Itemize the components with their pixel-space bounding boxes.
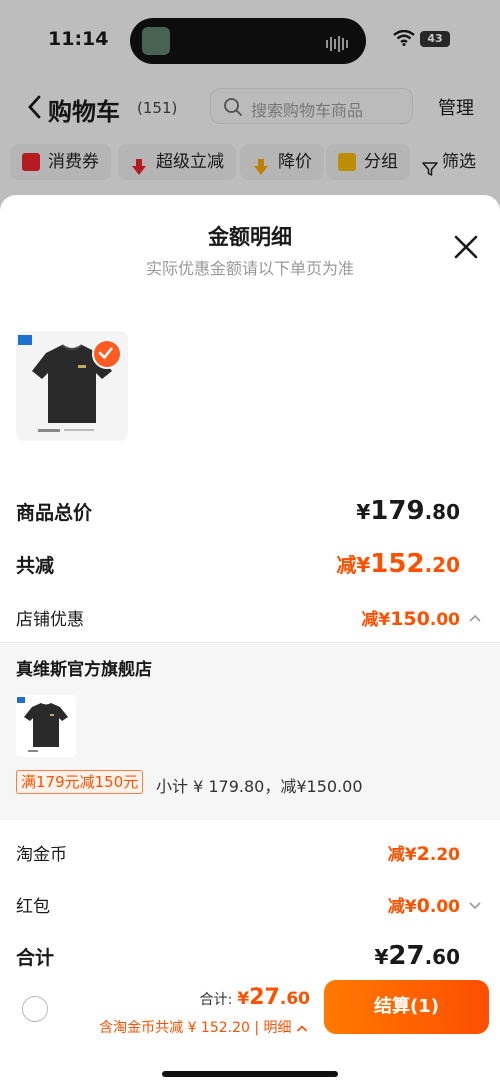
taojinbi-label: 淘金币 [16, 845, 67, 865]
sum-label: 合计 [16, 947, 55, 969]
sum-int: 27 [388, 941, 425, 971]
total-reduce-label: 共减 [16, 555, 55, 577]
goods-total-value: ¥179.80 [356, 496, 460, 526]
sum-value: ¥27.60 [374, 941, 460, 971]
chevron-down-icon[interactable] [468, 901, 482, 911]
shop-subtotal: 小计 ¥ 179.80，减¥150.00 [156, 777, 363, 796]
goods-total-label: 商品总价 [16, 502, 93, 524]
sheet-title: 金额明细 [208, 225, 292, 249]
red-packet-value: 减¥0.00 [388, 892, 460, 917]
sum-row: 合计 ¥27.60 [16, 941, 484, 973]
checkout-button[interactable]: 结算(1) [324, 980, 489, 1034]
red-packet-row[interactable]: 红包 减¥0.00 [16, 892, 484, 920]
goods-total-dec: .80 [424, 500, 460, 524]
total-reduce-value: 减¥152.20 [336, 549, 460, 579]
total-reduce-prefix: 减¥ [336, 553, 371, 577]
shop-discount-prefix: 减¥ [361, 610, 391, 630]
bottom-total-symbol: ¥ [237, 989, 250, 1009]
checkout-bar: 合计: ¥27.60 含淘金币共减 ¥ 152.20 | 明细 结算(1) [0, 975, 500, 1087]
bottom-total-dec: .60 [279, 989, 310, 1009]
red-packet-label: 红包 [16, 897, 50, 917]
discount-detail-text: 含淘金币共减 ¥ 152.20 | 明细 [99, 1020, 292, 1036]
taojinbi-row: 淘金币 减¥2.20 [16, 840, 484, 868]
close-icon[interactable] [452, 233, 480, 261]
selected-check-icon[interactable] [92, 339, 122, 369]
select-all-radio[interactable] [22, 996, 48, 1022]
sum-dec: .60 [424, 945, 460, 969]
taojinbi-int: 2 [416, 843, 430, 865]
chevron-up-icon[interactable] [468, 613, 482, 623]
taojinbi-value: 减¥2.20 [388, 840, 460, 865]
taojinbi-prefix: 减¥ [387, 845, 417, 865]
chevron-up-icon [296, 1024, 308, 1032]
total-reduce-row: 共减 减¥152.20 [16, 549, 484, 581]
red-packet-int: 0 [416, 895, 430, 917]
shop-discount-label: 店铺优惠 [16, 610, 84, 630]
amount-detail-sheet: 金额明细 实际优惠金额请以下单页为准 商品总价 ¥179.80 共减 减¥152… [0, 195, 500, 1087]
taojinbi-dec: .20 [429, 845, 460, 865]
shop-detail-panel: 真维斯官方旗舰店 满179元减150元 小计 ¥ 179.80，减¥150.00 [0, 642, 500, 820]
total-reduce-dec: .20 [424, 553, 460, 577]
sum-symbol: ¥ [374, 945, 389, 969]
shop-discount-int: 150 [390, 608, 430, 630]
red-packet-dec: .00 [429, 897, 460, 917]
bottom-total: 合计: ¥27.60 [200, 985, 310, 1010]
bottom-total-label: 合计: [199, 992, 233, 1008]
tshirt-image [17, 697, 68, 752]
red-packet-prefix: 减¥ [387, 897, 417, 917]
sheet-subtitle: 实际优惠金额请以下单页为准 [145, 259, 354, 278]
shop-product-thumbnail[interactable] [16, 695, 76, 757]
shop-name[interactable]: 真维斯官方旗舰店 [16, 655, 152, 680]
bottom-total-int: 27 [249, 985, 280, 1010]
goods-total-symbol: ¥ [356, 500, 371, 524]
goods-total-row: 商品总价 ¥179.80 [16, 496, 484, 528]
home-indicator [162, 1071, 338, 1077]
shop-discount-row[interactable]: 店铺优惠 减¥150.00 [16, 605, 484, 633]
goods-total-int: 179 [370, 496, 425, 526]
promo-tag: 满179元减150元 [16, 770, 144, 794]
shop-discount-value: 减¥150.00 [361, 605, 460, 630]
total-reduce-int: 152 [370, 549, 425, 579]
discount-detail-link[interactable]: 含淘金币共减 ¥ 152.20 | 明细 [99, 1017, 308, 1037]
shop-discount-dec: .00 [429, 610, 460, 630]
